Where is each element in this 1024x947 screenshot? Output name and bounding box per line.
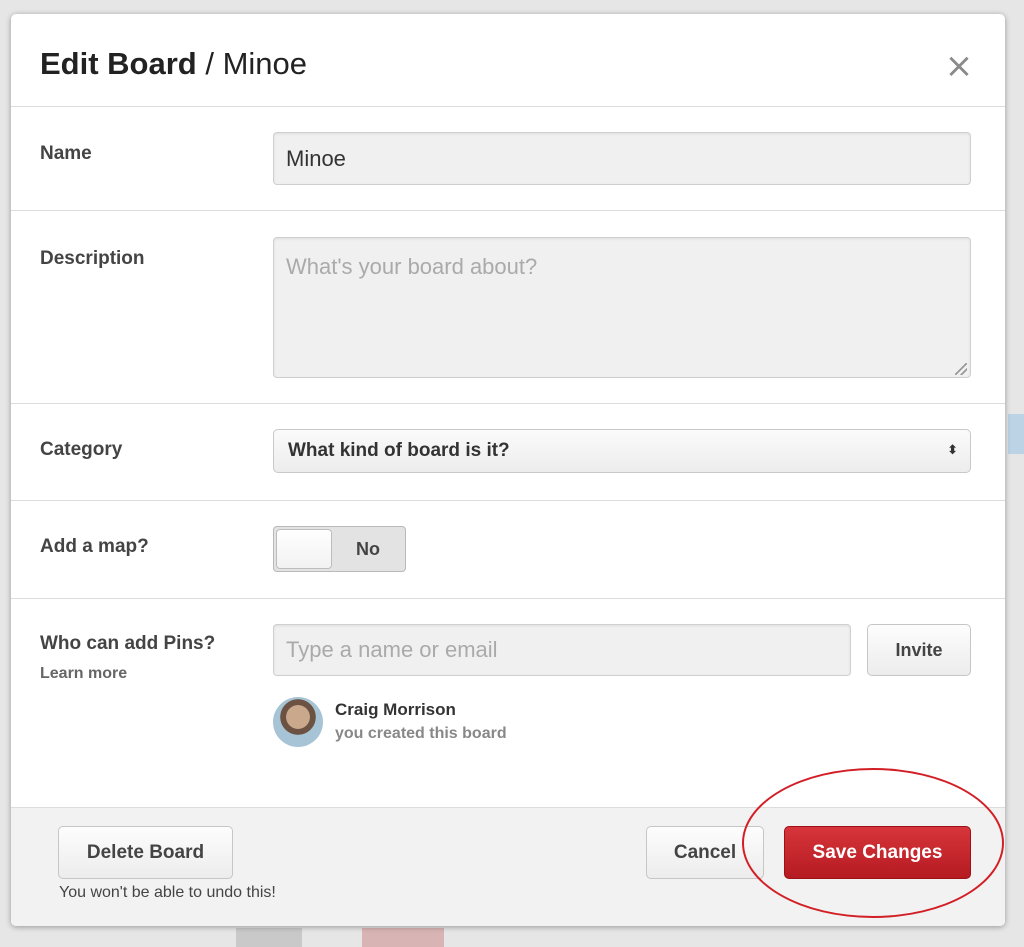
map-row: Add a map? No [11, 501, 1005, 599]
description-label: Description [40, 248, 145, 269]
name-row: Name [11, 106, 1005, 211]
toggle-knob [276, 529, 332, 569]
modal-title: Edit Board / Minoe [40, 46, 307, 82]
category-select[interactable]: What kind of board is it? ⬍ [273, 429, 971, 473]
collaborator-note: you created this board [335, 725, 507, 742]
delete-board-button[interactable]: Delete Board [58, 826, 233, 879]
close-icon[interactable]: × [941, 48, 977, 84]
category-row: Category What kind of board is it? ⬍ [11, 404, 1005, 501]
invite-input[interactable] [273, 624, 851, 676]
modal-header: Edit Board / Minoe × [11, 14, 1005, 107]
map-label: Add a map? [40, 536, 149, 557]
name-label: Name [40, 143, 92, 164]
background-card [362, 928, 444, 947]
learn-more-link[interactable]: Learn more [40, 665, 127, 683]
edit-board-modal: Edit Board / Minoe × Name Description Ca… [11, 14, 1005, 926]
invite-button[interactable]: Invite [867, 624, 971, 676]
description-textarea[interactable] [273, 237, 971, 378]
delete-warning: You won't be able to undo this! [59, 884, 276, 901]
collaborators-label: Who can add Pins? [40, 633, 216, 654]
modal-title-board-name: Minoe [222, 46, 308, 81]
category-selected-value: What kind of board is it? [288, 440, 510, 461]
map-toggle[interactable]: No [273, 526, 406, 572]
category-label: Category [40, 439, 123, 460]
save-changes-button[interactable]: Save Changes [784, 826, 971, 879]
modal-title-action: Edit Board [40, 46, 197, 81]
description-row: Description [11, 211, 1005, 404]
cancel-button[interactable]: Cancel [646, 826, 764, 879]
board-name-input[interactable] [273, 132, 971, 185]
avatar [273, 697, 323, 747]
resize-grip-icon[interactable] [955, 363, 967, 375]
modal-footer: Delete Board You won't be able to undo t… [11, 807, 1005, 926]
background-card [1008, 414, 1024, 454]
collaborators-row: Who can add Pins? Learn more Invite [11, 599, 1005, 807]
modal-title-separator: / [196, 46, 223, 81]
background-card [236, 928, 302, 947]
collaborator-name: Craig Morrison [335, 700, 456, 719]
select-arrows-icon: ⬍ [947, 443, 958, 458]
toggle-value: No [356, 539, 380, 559]
